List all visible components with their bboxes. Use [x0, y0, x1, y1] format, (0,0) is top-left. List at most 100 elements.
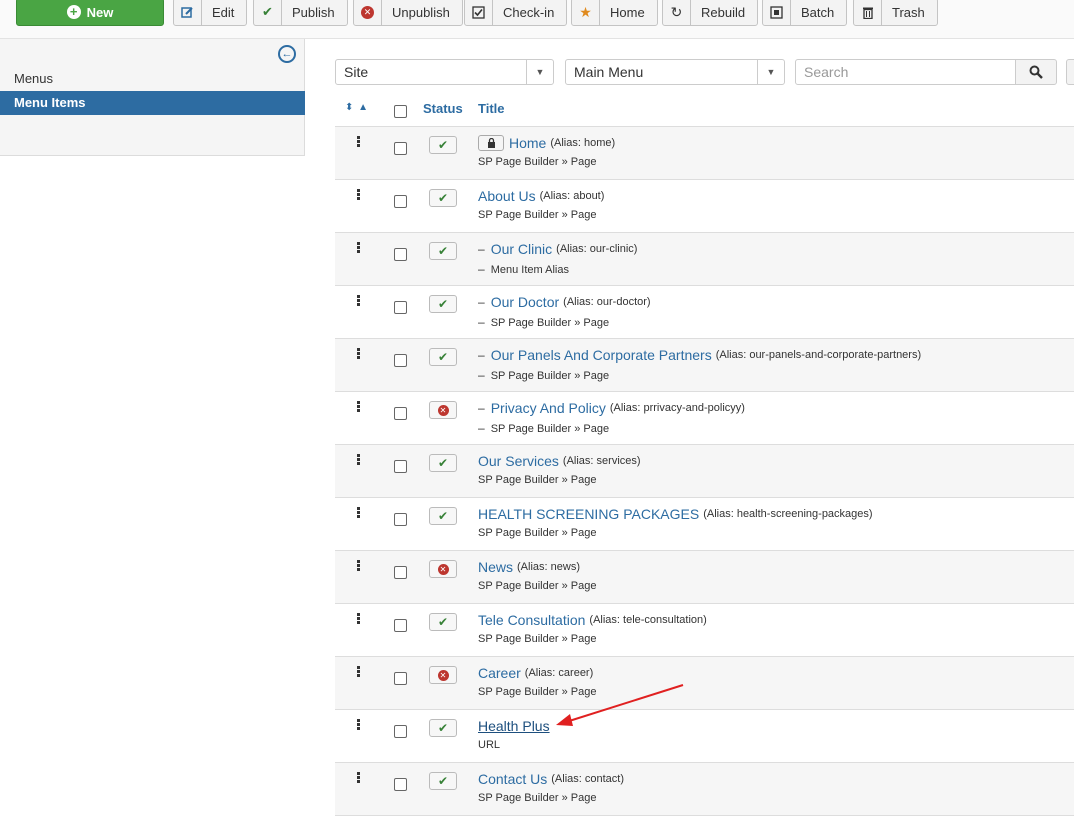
- rebuild-button[interactable]: ↻ Rebuild: [662, 0, 759, 26]
- menu-item-alias: (Alias: tele-consultation): [589, 614, 707, 626]
- search-tools-button[interactable]: [1066, 59, 1074, 85]
- menu-item-title-link[interactable]: Privacy And Policy: [491, 400, 606, 416]
- drag-handle-icon[interactable]: [357, 772, 360, 784]
- published-status-button[interactable]: ✔: [429, 348, 457, 366]
- new-button[interactable]: + New: [16, 0, 164, 26]
- checkin-button[interactable]: Check-in: [464, 0, 568, 26]
- published-status-button[interactable]: ✔: [429, 507, 457, 525]
- menu-item-type-label: SP Page Builder » Page: [478, 527, 597, 539]
- drag-handle-icon[interactable]: [357, 348, 360, 360]
- drag-handle-icon[interactable]: [357, 242, 360, 254]
- published-status-button[interactable]: ✔: [429, 454, 457, 472]
- table-row: ✔ – Our Panels And Corporate Partners (Alia…: [335, 339, 1074, 392]
- menu-item-title-link[interactable]: Health Plus: [478, 718, 550, 734]
- search-input[interactable]: [795, 59, 1016, 85]
- unpublished-status-button[interactable]: ✕: [429, 666, 457, 684]
- drag-handle-icon[interactable]: [357, 719, 360, 731]
- menu-item-type: SP Page Builder » Page: [478, 209, 596, 221]
- menu-item-type-label: SP Page Builder » Page: [478, 156, 597, 168]
- row-checkbox[interactable]: [394, 725, 407, 738]
- row-title-line: – Our Panels And Corporate Partners (Alias…: [478, 347, 921, 363]
- arrow-left-circle-icon[interactable]: ←: [278, 45, 296, 63]
- published-status-button[interactable]: ✔: [429, 136, 457, 154]
- sort-icon[interactable]: ⬍ ▲: [345, 102, 369, 113]
- drag-handle-icon[interactable]: [357, 136, 360, 148]
- plus-circle-icon: +: [66, 5, 81, 19]
- unpublish-button[interactable]: ✕ Unpublish: [353, 0, 463, 26]
- published-status-button[interactable]: ✔: [429, 613, 457, 631]
- row-checkbox[interactable]: [394, 248, 407, 261]
- published-status-button[interactable]: ✔: [429, 295, 457, 313]
- publish-button[interactable]: ✔ Publish: [253, 0, 348, 26]
- menu-item-type: – Menu Item Alias: [478, 262, 569, 276]
- sidebar-item-menu-items[interactable]: Menu Items: [0, 91, 305, 115]
- level-indent: –: [478, 421, 485, 435]
- batch-icon: [763, 0, 791, 25]
- edit-button[interactable]: Edit: [173, 0, 248, 26]
- unpublished-status-button[interactable]: ✕: [429, 560, 457, 578]
- table-row: ✔ HEALTH SCREENING PACKAGES (Alias: health…: [335, 498, 1074, 551]
- status-column-header[interactable]: Status: [423, 101, 463, 116]
- drag-handle-icon[interactable]: [357, 295, 360, 307]
- batch-button[interactable]: Batch: [762, 0, 848, 26]
- row-checkbox[interactable]: [394, 407, 407, 420]
- check-icon: ✔: [437, 297, 449, 311]
- menu-item-type-label: SP Page Builder » Page: [490, 317, 610, 329]
- row-checkbox[interactable]: [394, 460, 407, 473]
- menu-item-title-link[interactable]: Contact Us: [478, 771, 547, 787]
- row-checkbox[interactable]: [394, 566, 407, 579]
- drag-handle-icon[interactable]: [357, 507, 360, 519]
- select-all-checkbox[interactable]: [394, 105, 407, 118]
- menu-item-title-link[interactable]: Our Doctor: [491, 294, 559, 310]
- published-status-button[interactable]: ✔: [429, 772, 457, 790]
- published-status-button[interactable]: ✔: [429, 189, 457, 207]
- menu-item-title-link[interactable]: News: [478, 559, 513, 575]
- unpublished-status-button[interactable]: ✕: [429, 401, 457, 419]
- search-icon: [1029, 65, 1043, 79]
- row-checkbox[interactable]: [394, 142, 407, 155]
- edit-icon: [174, 0, 202, 25]
- menu-item-title-link[interactable]: Our Clinic: [491, 241, 552, 257]
- menu-select[interactable]: Main Menu ▼: [565, 59, 785, 85]
- menu-item-type: – SP Page Builder » Page: [478, 315, 609, 329]
- menu-item-title-link[interactable]: About Us: [478, 188, 536, 204]
- sidebar-item-menus[interactable]: Menus: [14, 71, 53, 86]
- table-row: ✔ Health Plus URL: [335, 710, 1074, 763]
- row-checkbox[interactable]: [394, 672, 407, 685]
- menu-item-type: SP Page Builder » Page: [478, 686, 596, 698]
- drag-handle-icon[interactable]: [357, 401, 360, 413]
- row-checkbox[interactable]: [394, 619, 407, 632]
- menu-item-type-label: SP Page Builder » Page: [478, 792, 597, 804]
- home-button[interactable]: ★ Home: [571, 0, 658, 26]
- menu-item-type-label: SP Page Builder » Page: [490, 370, 610, 382]
- lock-icon[interactable]: [478, 135, 504, 151]
- drag-handle-icon[interactable]: [357, 613, 360, 625]
- menu-item-type: – SP Page Builder » Page: [478, 368, 609, 382]
- table-body: ✔ Home (Alias: home) SP Page Builder » Page…: [335, 127, 1074, 816]
- menu-item-title-link[interactable]: Tele Consultation: [478, 612, 585, 628]
- row-checkbox[interactable]: [394, 354, 407, 367]
- row-checkbox[interactable]: [394, 301, 407, 314]
- drag-handle-icon[interactable]: [357, 454, 360, 466]
- search-button[interactable]: [1015, 59, 1057, 85]
- menu-item-title-link[interactable]: Home: [509, 135, 546, 151]
- trash-button[interactable]: Trash: [853, 0, 938, 26]
- level-indent: –: [478, 368, 485, 382]
- table-row: ✔ Home (Alias: home) SP Page Builder » Page: [335, 127, 1074, 180]
- drag-handle-icon[interactable]: [357, 560, 360, 572]
- published-status-button[interactable]: ✔: [429, 242, 457, 260]
- title-column-header[interactable]: Title: [478, 101, 505, 116]
- menu-item-title-link[interactable]: HEALTH SCREENING PACKAGES: [478, 506, 699, 522]
- row-checkbox[interactable]: [394, 778, 407, 791]
- drag-handle-icon[interactable]: [357, 189, 360, 201]
- menu-item-title-link[interactable]: Our Services: [478, 453, 559, 469]
- drag-handle-icon[interactable]: [357, 666, 360, 678]
- menu-item-title-link[interactable]: Career: [478, 665, 521, 681]
- site-select[interactable]: Site ▼: [335, 59, 554, 85]
- menu-item-alias: (Alias: news): [517, 561, 580, 573]
- menu-item-title-link[interactable]: Our Panels And Corporate Partners: [491, 347, 712, 363]
- row-checkbox[interactable]: [394, 513, 407, 526]
- times-circle-icon: ✕: [437, 563, 449, 575]
- row-checkbox[interactable]: [394, 195, 407, 208]
- published-status-button[interactable]: ✔: [429, 719, 457, 737]
